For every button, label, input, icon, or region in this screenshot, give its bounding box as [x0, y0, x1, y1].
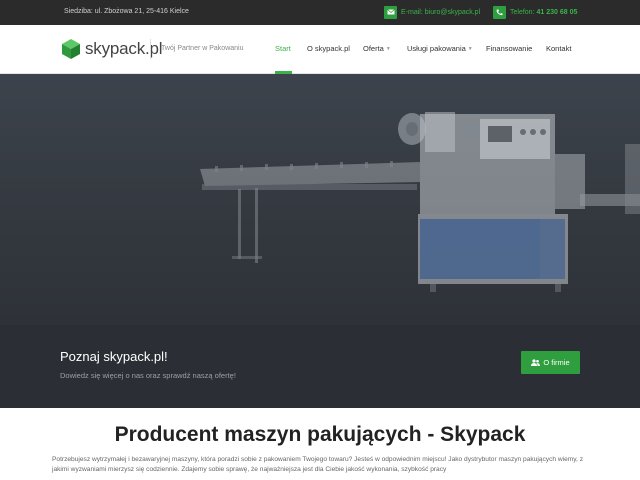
about-company-button[interactable]: O firmie [521, 351, 580, 374]
address-text: Siedziba: ul. Zbożowa 21, 25-416 Kielce [64, 8, 189, 15]
users-icon [531, 359, 541, 366]
phone-link[interactable]: 41 230 68 05 [537, 9, 578, 16]
page-title: Producent maszyn pakujących - Skypack [114, 423, 526, 446]
nav-start[interactable]: Start [275, 44, 291, 53]
chevron-down-icon: ▼ [467, 46, 473, 52]
site-logo[interactable]: skypack.pl [61, 38, 163, 60]
nav-packing-services[interactable]: Usługi pakowania ▼ [407, 44, 473, 53]
nav-offer[interactable]: Oferta ▼ [363, 44, 391, 53]
packaging-machine-image [200, 112, 640, 292]
hero-banner [0, 74, 640, 325]
band-title: Poznaj skypack.pl! [60, 349, 168, 364]
intro-paragraph: Potrzebujesz wytrzymałej i bezawaryjnej … [52, 456, 584, 473]
nav-contact[interactable]: Kontakt [546, 44, 571, 53]
email-contact[interactable]: E-mail: biuro@skypack.pl [384, 5, 480, 19]
nav-about[interactable]: O skypack.pl [307, 44, 350, 53]
nav-financing[interactable]: Finansowanie [486, 44, 532, 53]
phone-label: Telefon: [510, 8, 535, 16]
email-link[interactable]: biuro@skypack.pl [425, 9, 480, 16]
chevron-down-icon: ▼ [385, 46, 391, 52]
tagline: Twój Partner w Pakowaniu [150, 39, 243, 59]
phone-icon [493, 5, 506, 19]
about-company-button-label: O firmie [543, 358, 570, 367]
band-subtitle: Dowiedz się więcej o nas oraz sprawdź na… [60, 371, 236, 380]
email-icon [384, 5, 397, 19]
top-bar: Siedziba: ul. Zbożowa 21, 25-416 Kielce … [0, 0, 640, 25]
phone-contact[interactable]: Telefon: 41 230 68 05 [493, 5, 577, 19]
site-header: skypack.pl Twój Partner w Pakowaniu Star… [0, 25, 640, 74]
cube-logo-icon [62, 39, 80, 59]
email-label: E-mail: [401, 8, 423, 16]
